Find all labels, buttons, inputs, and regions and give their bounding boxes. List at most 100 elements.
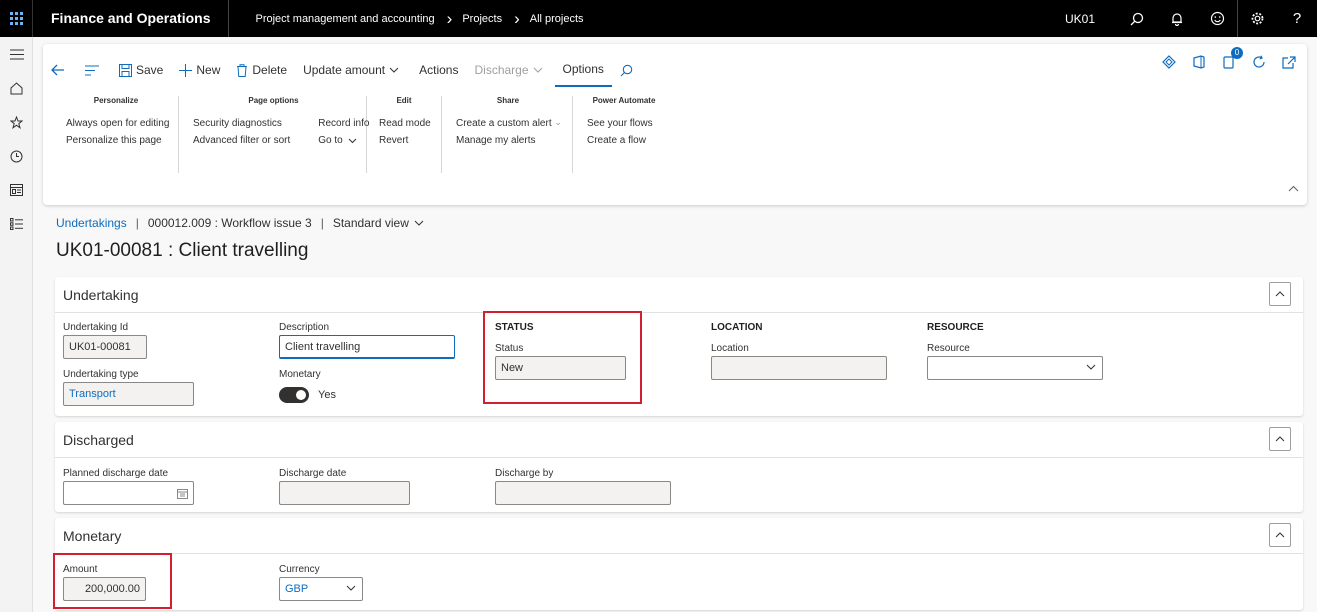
currency-field: Currency GBP xyxy=(279,564,363,601)
record-breadcrumb: Undertakings | 000012.009 : Workflow iss… xyxy=(56,216,424,230)
bell-icon[interactable] xyxy=(1157,0,1197,37)
location-input[interactable] xyxy=(711,356,887,380)
amount-highlight-box xyxy=(53,553,172,609)
field-label: Discharge date xyxy=(279,468,347,479)
save-label: Save xyxy=(136,63,164,77)
fasttab-title: Undertaking xyxy=(63,286,139,303)
breadcrumb-module[interactable]: Project management and accounting xyxy=(255,13,434,25)
discharged-fasttab-header[interactable]: Discharged xyxy=(55,422,1303,458)
workspaces-icon[interactable] xyxy=(0,173,33,207)
see-your-flows-button[interactable]: See your flows xyxy=(587,115,661,132)
tab-options[interactable]: Options xyxy=(554,53,612,87)
chevron-down-icon xyxy=(555,122,560,125)
discharge-date-input[interactable] xyxy=(279,481,410,505)
undertaking-id-input[interactable]: UK01-00081 xyxy=(63,335,147,359)
always-open-for-editing-button[interactable]: Always open for editing xyxy=(66,115,169,132)
personalize-this-page-button[interactable]: Personalize this page xyxy=(66,132,166,149)
action-pane: Save New Delete Update amount Actions Di… xyxy=(43,44,1307,205)
gear-icon[interactable] xyxy=(1237,0,1277,37)
app-title[interactable]: Finance and Operations xyxy=(33,0,230,37)
search-actions-button[interactable] xyxy=(612,53,645,87)
revert-button[interactable]: Revert xyxy=(379,132,429,149)
create-a-flow-button[interactable]: Create a flow xyxy=(587,132,661,149)
open-new-window-icon[interactable] xyxy=(1281,54,1297,70)
undertakings-link[interactable]: Undertakings xyxy=(56,216,127,230)
monetary-fasttab-header[interactable]: Monetary xyxy=(55,518,1303,554)
delete-label: Delete xyxy=(252,63,288,77)
hamburger-icon[interactable] xyxy=(0,37,33,71)
top-navigation-bar: Finance and Operations Project managemen… xyxy=(0,0,1317,37)
chevron-up-icon xyxy=(1275,532,1285,538)
new-label: New xyxy=(196,63,221,77)
collapse-section-button[interactable] xyxy=(1269,282,1291,306)
fasttab-title: Discharged xyxy=(63,431,134,448)
help-icon[interactable]: ? xyxy=(1277,0,1317,37)
monetary-toggle[interactable] xyxy=(279,387,309,403)
attachments-icon[interactable]: 0 xyxy=(1221,47,1243,70)
collapse-section-button[interactable] xyxy=(1269,523,1291,547)
field-label: Monetary xyxy=(279,369,321,380)
chevron-up-icon xyxy=(1275,291,1285,297)
view-selector[interactable]: Standard view xyxy=(333,216,424,230)
clock-icon[interactable] xyxy=(0,139,33,173)
undertaking-id-field: Undertaking Id UK01-00081 xyxy=(63,322,147,359)
chevron-down-icon xyxy=(346,585,356,591)
discharge-by-input[interactable] xyxy=(495,481,671,505)
monetary-field: Monetary Yes xyxy=(279,369,399,405)
create-custom-alert-label: Create a custom alert xyxy=(456,118,552,129)
field-label: Resource xyxy=(927,343,970,354)
planned-discharge-date-field: Planned discharge date xyxy=(63,468,194,505)
modules-icon[interactable] xyxy=(0,207,33,241)
resource-field: Resource xyxy=(927,343,1103,380)
record-info-button[interactable]: Record info xyxy=(318,115,369,132)
group-title: Edit xyxy=(396,96,412,105)
collapse-section-button[interactable] xyxy=(1269,427,1291,451)
fasttab-title: Monetary xyxy=(63,527,122,544)
home-icon[interactable] xyxy=(0,71,33,105)
page-title: UK01-00081 : Client travelling xyxy=(56,240,309,261)
breadcrumb-projects[interactable]: Projects xyxy=(462,13,502,25)
discharge-menu[interactable]: Discharge xyxy=(466,53,554,87)
actions-menu[interactable]: Actions xyxy=(411,53,466,87)
security-diagnostics-button[interactable]: Security diagnostics xyxy=(193,115,290,132)
breadcrumb: Project management and accounting › Proj… xyxy=(229,9,583,29)
go-to-label: Go to xyxy=(318,135,343,146)
smiley-icon[interactable] xyxy=(1197,0,1237,37)
power-apps-icon[interactable] xyxy=(1161,54,1177,70)
search-icon[interactable] xyxy=(1117,0,1157,37)
app-launcher-icon[interactable] xyxy=(0,0,33,37)
plus-icon xyxy=(179,63,193,77)
advanced-filter-button[interactable]: Advanced filter or sort xyxy=(193,132,290,149)
field-label: Location xyxy=(711,343,749,354)
undertaking-fasttab-header[interactable]: Undertaking xyxy=(55,277,1303,313)
options-ribbon-groups: Personalize Always open for editing Pers… xyxy=(43,96,673,173)
chevron-down-icon xyxy=(533,67,542,73)
delete-button[interactable]: Delete xyxy=(228,53,295,87)
resource-dropdown[interactable] xyxy=(927,356,1103,380)
group-title: Share xyxy=(496,96,520,105)
new-button[interactable]: New xyxy=(171,53,228,87)
company-picker[interactable]: UK01 xyxy=(1065,12,1095,26)
read-mode-button[interactable]: Read mode xyxy=(379,115,431,132)
trash-icon xyxy=(237,63,248,77)
star-icon[interactable] xyxy=(0,105,33,139)
back-button[interactable] xyxy=(43,53,77,87)
options-label: Options xyxy=(562,62,604,76)
currency-dropdown[interactable]: GBP xyxy=(279,577,363,601)
save-button[interactable]: Save xyxy=(111,53,171,87)
chevron-down-icon xyxy=(348,138,357,143)
create-custom-alert-menu[interactable]: Create a custom alert xyxy=(456,115,560,132)
undertaking-type-input[interactable]: Transport xyxy=(63,382,194,406)
refresh-icon[interactable] xyxy=(1251,54,1267,70)
update-amount-menu[interactable]: Update amount xyxy=(295,53,411,87)
manage-my-alerts-button[interactable]: Manage my alerts xyxy=(456,132,560,149)
collapse-ribbon-icon[interactable] xyxy=(1288,183,1299,195)
breadcrumb-all-projects[interactable]: All projects xyxy=(530,13,584,25)
office-icon[interactable] xyxy=(1191,54,1207,70)
group-power-automate: Power Automate See your flows Create a f… xyxy=(573,96,673,173)
undertaking-type-field: Undertaking type Transport xyxy=(63,369,194,406)
list-menu-button[interactable] xyxy=(77,53,111,87)
planned-discharge-date-input[interactable] xyxy=(63,481,194,505)
go-to-menu[interactable]: Go to xyxy=(318,132,369,149)
description-input[interactable]: Client travelling xyxy=(279,335,455,359)
